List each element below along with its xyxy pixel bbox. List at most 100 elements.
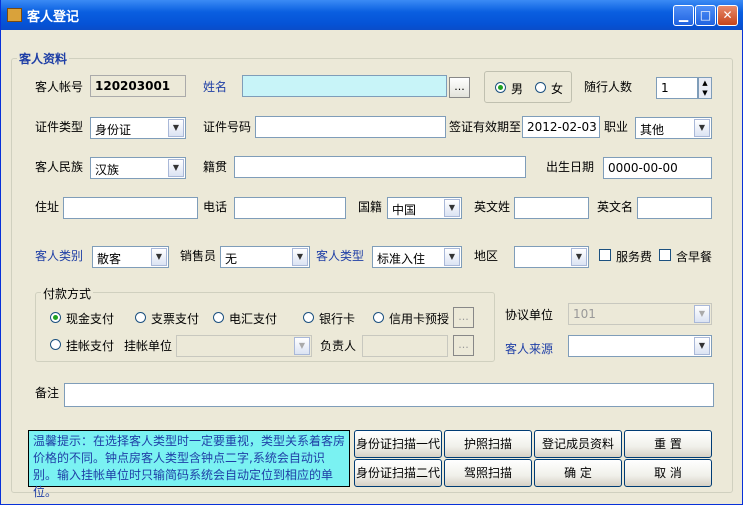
region-select[interactable]: ▼ (514, 246, 589, 268)
ethnic-value: 汉族 (95, 163, 120, 177)
remark-label: 备注 (35, 386, 60, 400)
title-bar[interactable]: 客人登记 ▁ □ ✕ (1, 0, 743, 30)
idtype-value: 身份证 (95, 123, 132, 137)
charge-label: 挂帐支付 (66, 339, 115, 353)
passport-scan-button[interactable]: 护照扫描 (444, 430, 532, 458)
address-label: 住址 (35, 200, 60, 214)
agreement-value: 101 (573, 307, 596, 321)
source-label: 客人来源 (505, 342, 554, 356)
category-select[interactable]: 散客 ▼ (92, 246, 169, 268)
creditcard-label: 信用卡预授 (389, 312, 450, 326)
job-value: 其他 (640, 123, 665, 137)
nation-select[interactable]: 中国 ▼ (387, 197, 462, 219)
agreement-label: 协议单位 (505, 308, 554, 322)
gender-female-radio[interactable] (535, 82, 546, 93)
chevron-down-icon: ▼ (292, 248, 308, 266)
name-field[interactable] (242, 75, 447, 97)
breakfast-label: 含早餐 (676, 250, 713, 264)
manager-field[interactable] (362, 335, 448, 357)
charge-radio[interactable] (50, 339, 61, 350)
creditcard-lookup-button[interactable]: ... (453, 307, 474, 328)
source-select[interactable]: ▼ (568, 335, 712, 357)
region-label: 地区 (474, 249, 499, 263)
charge-unit-label: 挂帐单位 (124, 339, 173, 353)
guest-info-title: 客人资料 (17, 50, 70, 67)
phone-label: 电话 (203, 200, 228, 214)
id-scan-2-button[interactable]: 身份证扫描二代 (354, 459, 442, 487)
bankcard-label: 银行卡 (319, 312, 356, 326)
close-button[interactable]: ✕ (717, 5, 738, 26)
register-members-button[interactable]: 登记成员资料 (534, 430, 622, 458)
surname-en-field[interactable] (514, 197, 589, 219)
ethnic-select[interactable]: 汉族 ▼ (90, 157, 186, 179)
agreement-select[interactable]: 101 ▼ (568, 303, 712, 325)
window-title: 客人登记 (27, 10, 80, 25)
idtype-label: 证件类型 (35, 120, 84, 134)
idtype-select[interactable]: 身份证 ▼ (90, 117, 186, 139)
remark-field[interactable] (64, 383, 714, 407)
job-select[interactable]: 其他 ▼ (635, 117, 712, 139)
sales-select[interactable]: 无 ▼ (220, 246, 310, 268)
service-fee-label: 服务费 (616, 250, 653, 264)
birth-field[interactable]: 0000-00-00 (603, 157, 712, 179)
service-fee-checkbox[interactable] (599, 249, 611, 261)
visa-label: 签证有效期至 (449, 120, 522, 134)
chevron-down-icon: ▼ (151, 248, 167, 266)
category-value: 散客 (97, 252, 122, 266)
visa-field[interactable]: 2012-02-03 (522, 116, 600, 138)
birth-label: 出生日期 (546, 160, 595, 174)
idno-label: 证件号码 (203, 120, 252, 134)
nation-value: 中国 (392, 203, 417, 217)
type-label: 客人类型 (316, 249, 365, 263)
chevron-down-icon: ▼ (294, 337, 310, 355)
chevron-down-icon: ▼ (168, 119, 184, 137)
charge-unit-select[interactable]: ▼ (176, 335, 312, 357)
minimize-button[interactable]: ▁ (673, 5, 694, 26)
reset-button[interactable]: 重 置 (624, 430, 712, 458)
license-scan-button[interactable]: 驾照扫描 (444, 459, 532, 487)
companions-spinner[interactable]: ▲ ▼ (698, 77, 712, 99)
account-field: 120203001 (90, 75, 186, 97)
givenname-en-label: 英文名 (597, 200, 634, 214)
companions-label: 随行人数 (584, 80, 633, 94)
ethnic-label: 客人民族 (35, 160, 84, 174)
chevron-down-icon: ▼ (168, 159, 184, 177)
manager-label: 负责人 (320, 339, 357, 353)
givenname-en-field[interactable] (637, 197, 712, 219)
phone-field[interactable] (234, 197, 346, 219)
sales-label: 销售员 (180, 249, 217, 263)
nation-label: 国籍 (358, 200, 383, 214)
category-label: 客人类别 (35, 249, 84, 263)
wire-radio[interactable] (213, 312, 224, 323)
manager-lookup-button[interactable]: ... (453, 335, 474, 356)
chevron-down-icon: ▼ (694, 305, 710, 323)
name-lookup-button[interactable]: ... (449, 77, 470, 98)
type-select[interactable]: 标准入住 ▼ (372, 246, 462, 268)
ok-button[interactable]: 确 定 (534, 459, 622, 487)
maximize-button[interactable]: □ (695, 5, 716, 26)
cheque-radio[interactable] (135, 312, 146, 323)
gender-male-label: 男 (511, 82, 524, 96)
creditcard-radio[interactable] (373, 312, 384, 323)
payment-title: 付款方式 (41, 285, 94, 302)
origin-label: 籍贯 (203, 160, 228, 174)
app-window: 客人登记 ▁ □ ✕ 客人资料 客人帐号 120203001 姓名 ... 男 … (0, 0, 743, 505)
tip-box: 温馨提示：在选择客人类型时一定要重视，类型关系着客房价格的不同。钟点房客人类型含… (28, 430, 350, 499)
cash-label: 现金支付 (66, 312, 115, 326)
idno-field[interactable] (255, 116, 446, 138)
breakfast-checkbox[interactable] (659, 249, 671, 261)
cash-radio[interactable] (50, 312, 61, 323)
job-label: 职业 (604, 120, 629, 134)
gender-male-radio[interactable] (495, 82, 506, 93)
account-label: 客人帐号 (35, 80, 84, 94)
type-value: 标准入住 (377, 252, 426, 266)
sales-value: 无 (225, 252, 238, 266)
bankcard-radio[interactable] (303, 312, 314, 323)
cancel-button[interactable]: 取 消 (624, 459, 712, 487)
origin-field[interactable] (234, 156, 526, 178)
id-scan-1-button[interactable]: 身份证扫描一代 (354, 430, 442, 458)
chevron-down-icon: ▼ (694, 119, 710, 137)
name-label: 姓名 (203, 80, 228, 94)
address-field[interactable] (63, 197, 198, 219)
companions-field[interactable]: 1 (656, 77, 698, 99)
